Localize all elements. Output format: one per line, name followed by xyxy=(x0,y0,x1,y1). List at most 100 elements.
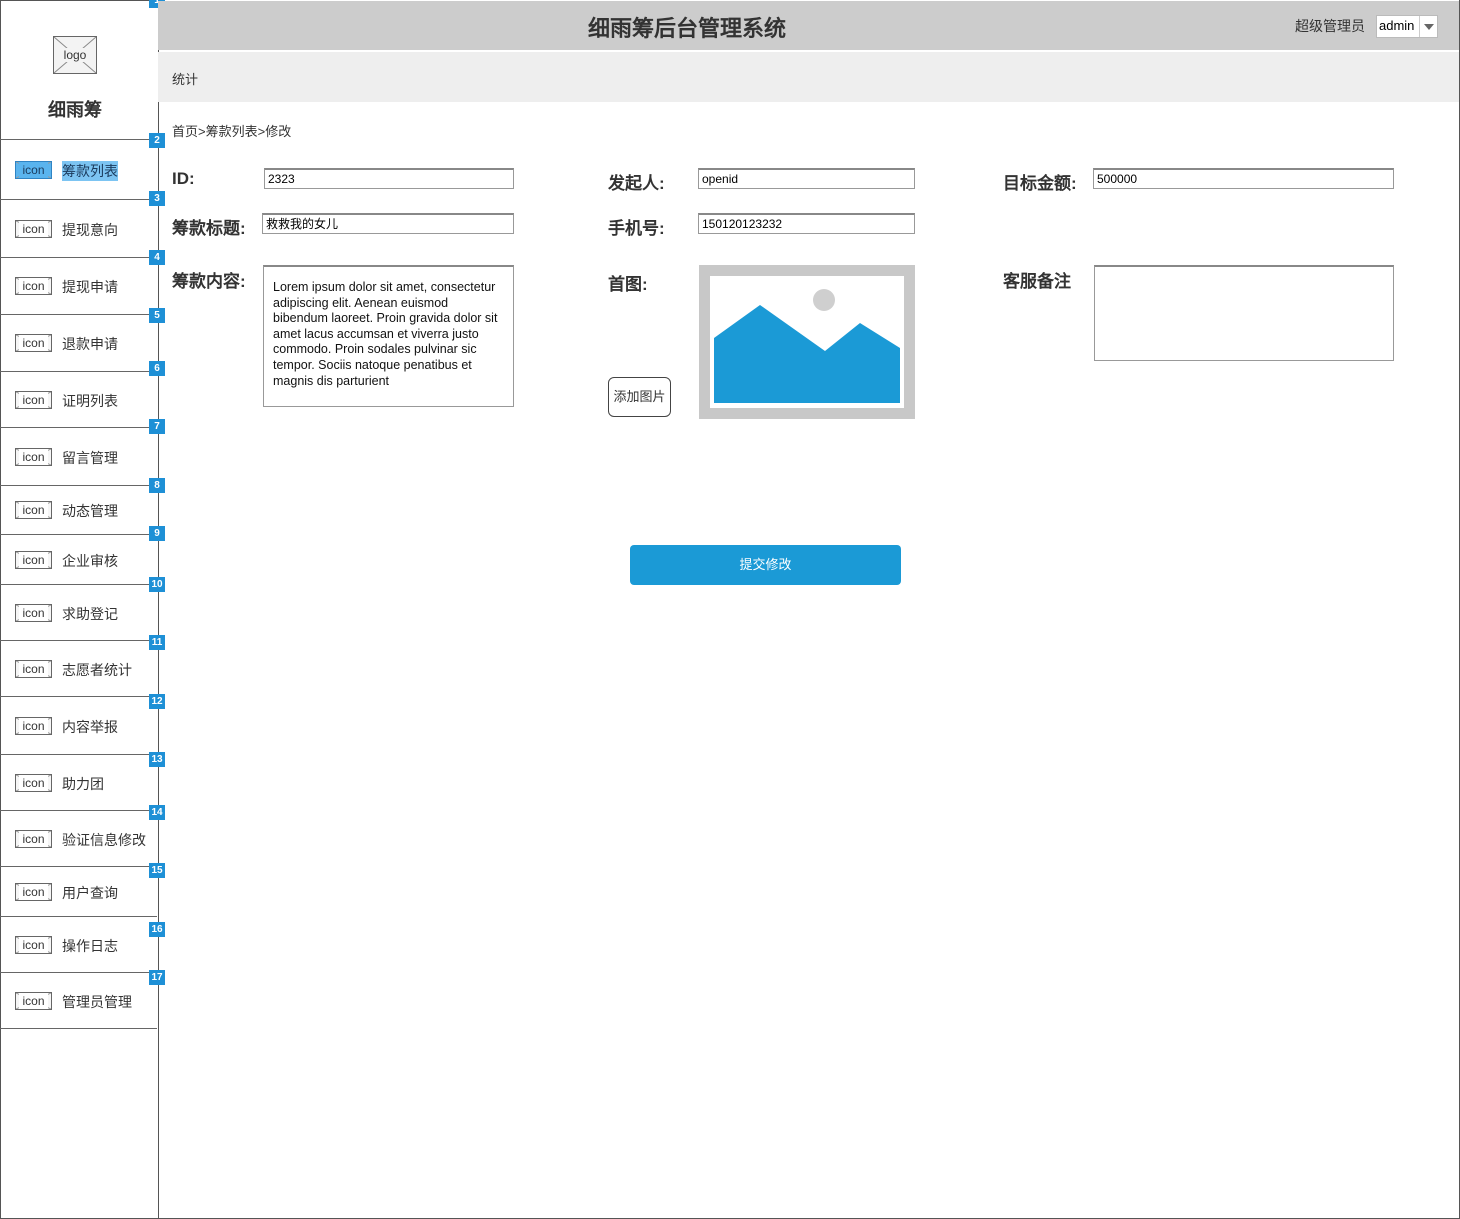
breadcrumb-list[interactable]: 筹款列表 xyxy=(206,124,258,139)
content-textarea[interactable]: Lorem ipsum dolor sit amet, consectetur … xyxy=(263,265,514,407)
sidebar-item[interactable]: icon 内容举报 xyxy=(0,697,157,754)
annotation-badge: 5 xyxy=(149,308,165,323)
icon-placeholder-text: icon xyxy=(19,775,48,791)
initiator-field[interactable]: openid xyxy=(698,168,915,189)
breadcrumb-current: 修改 xyxy=(265,124,292,139)
placeholder-icon: icon xyxy=(15,161,52,179)
service-remark-textarea[interactable] xyxy=(1094,265,1394,361)
placeholder-icon: icon xyxy=(15,604,52,622)
sidebar-item-label: 提现意向 xyxy=(62,222,118,238)
placeholder-icon: icon xyxy=(15,883,52,901)
sidebar-item-label: 验证信息修改 xyxy=(62,832,146,848)
sidebar-item-label: 志愿者统计 xyxy=(62,662,132,678)
submit-button[interactable]: 提交修改 xyxy=(630,545,901,585)
logo-image: logo xyxy=(53,36,97,74)
sidebar-item-label: 管理员管理 xyxy=(62,994,132,1010)
sidebar-item-label: 求助登记 xyxy=(62,606,118,622)
user-select[interactable]: admin xyxy=(1376,15,1438,38)
placeholder-icon: icon xyxy=(15,220,52,238)
chevron-down-icon[interactable] xyxy=(1419,16,1437,37)
placeholder-icon: icon xyxy=(15,774,52,792)
sidebar-item-label: 留言管理 xyxy=(62,450,118,466)
sidebar-item[interactable]: icon 提现意向 xyxy=(0,200,157,257)
placeholder-icon: icon xyxy=(15,334,52,352)
icon-placeholder-text: icon xyxy=(19,392,48,408)
image-placeholder-icon xyxy=(714,289,900,403)
icon-placeholder-text: icon xyxy=(19,884,48,900)
placeholder-icon: icon xyxy=(15,391,52,409)
annotation-badge: 4 xyxy=(149,250,165,265)
icon-placeholder-text: icon xyxy=(19,502,48,518)
placeholder-icon: icon xyxy=(15,717,52,735)
placeholder-icon: icon xyxy=(15,936,52,954)
icon-placeholder-text: icon xyxy=(19,335,48,351)
fundraise-title-label: 筹款标题: xyxy=(172,219,246,238)
annotation-badge: 7 xyxy=(149,419,165,434)
icon-placeholder-text: icon xyxy=(19,993,48,1009)
sidebar-item-label: 助力团 xyxy=(62,776,104,792)
breadcrumb-separator: > xyxy=(198,124,206,139)
annotation-badge: 8 xyxy=(149,478,165,493)
icon-placeholder-text: icon xyxy=(19,937,48,953)
id-label: ID: xyxy=(172,169,195,188)
icon-placeholder-text: icon xyxy=(19,605,48,621)
annotation-badge: 14 xyxy=(149,805,165,820)
annotation-badge: 9 xyxy=(149,526,165,541)
sidebar-item-label: 证明列表 xyxy=(62,393,118,409)
annotation-badge: 10 xyxy=(149,577,165,592)
placeholder-icon: icon xyxy=(15,551,52,569)
annotation-badge: 3 xyxy=(149,191,165,206)
sidebar-item[interactable]: icon 筹款列表 xyxy=(0,140,157,199)
system-title: 细雨筹后台管理系统 xyxy=(587,16,786,41)
breadcrumb: 首页>筹款列表>修改 xyxy=(172,121,291,140)
user-role: 超级管理员 xyxy=(1295,18,1365,34)
icon-placeholder-text: icon xyxy=(19,278,48,294)
sidebar-item[interactable]: icon 提现申请 xyxy=(0,258,157,314)
sidebar-item-label: 筹款列表 xyxy=(62,161,118,181)
sidebar-item[interactable]: icon 用户查询 xyxy=(0,867,157,916)
sidebar-item-label: 操作日志 xyxy=(62,938,118,954)
sidebar-divider xyxy=(0,1028,157,1029)
sidebar-item[interactable]: icon 证明列表 xyxy=(0,372,157,427)
icon-placeholder-text: icon xyxy=(19,718,48,734)
logo-text: logo xyxy=(58,48,92,62)
annotation-badge: 12 xyxy=(149,694,165,709)
sidebar-item[interactable]: icon 企业审核 xyxy=(0,535,157,584)
cover-image-label: 首图: xyxy=(608,275,648,294)
placeholder-icon: icon xyxy=(15,992,52,1010)
sidebar-item[interactable]: icon 管理员管理 xyxy=(0,973,157,1028)
placeholder-icon: icon xyxy=(15,830,52,848)
icon-placeholder-text: icon xyxy=(19,552,48,568)
sidebar-item[interactable]: icon 动态管理 xyxy=(0,486,157,534)
annotation-badge: 13 xyxy=(149,752,165,767)
sidebar-item[interactable]: icon 助力团 xyxy=(0,755,157,810)
brand-name: 细雨筹 xyxy=(48,100,102,120)
fundraise-title-field[interactable]: 救救我的女儿 xyxy=(262,213,514,234)
phone-label: 手机号: xyxy=(608,219,665,238)
placeholder-icon: icon xyxy=(15,448,52,466)
sidebar-item-label: 提现申请 xyxy=(62,279,118,295)
tab-bar: 统计 xyxy=(158,52,1460,102)
sidebar-item[interactable]: icon 志愿者统计 xyxy=(0,641,157,696)
icon-placeholder-text: icon xyxy=(19,221,48,237)
cover-image-preview xyxy=(699,265,915,419)
sidebar-item[interactable]: icon 验证信息修改 xyxy=(0,811,157,866)
add-image-button[interactable]: 添加图片 xyxy=(608,377,671,417)
sidebar-item-label: 企业审核 xyxy=(62,553,118,569)
sidebar-item[interactable]: icon 退款申请 xyxy=(0,315,157,371)
annotation-badge: 17 xyxy=(149,970,165,985)
id-field[interactable]: 2323 xyxy=(264,168,514,189)
icon-placeholder-text: icon xyxy=(19,831,48,847)
sidebar-item[interactable]: icon 操作日志 xyxy=(0,917,157,972)
sidebar-item[interactable]: icon 留言管理 xyxy=(0,428,157,485)
annotation-badge: 15 xyxy=(149,863,165,878)
placeholder-icon: icon xyxy=(15,277,52,295)
tab-stats[interactable]: 统计 xyxy=(172,69,198,88)
breadcrumb-home[interactable]: 首页 xyxy=(172,124,198,139)
icon-placeholder-text: icon xyxy=(19,661,48,677)
target-amount-label: 目标金额: xyxy=(1003,174,1077,193)
target-amount-field[interactable]: 500000 xyxy=(1093,168,1394,189)
sidebar-item[interactable]: icon 求助登记 xyxy=(0,585,157,640)
phone-field[interactable]: 150120123232 xyxy=(698,213,915,234)
annotation-badge: 2 xyxy=(149,133,165,148)
